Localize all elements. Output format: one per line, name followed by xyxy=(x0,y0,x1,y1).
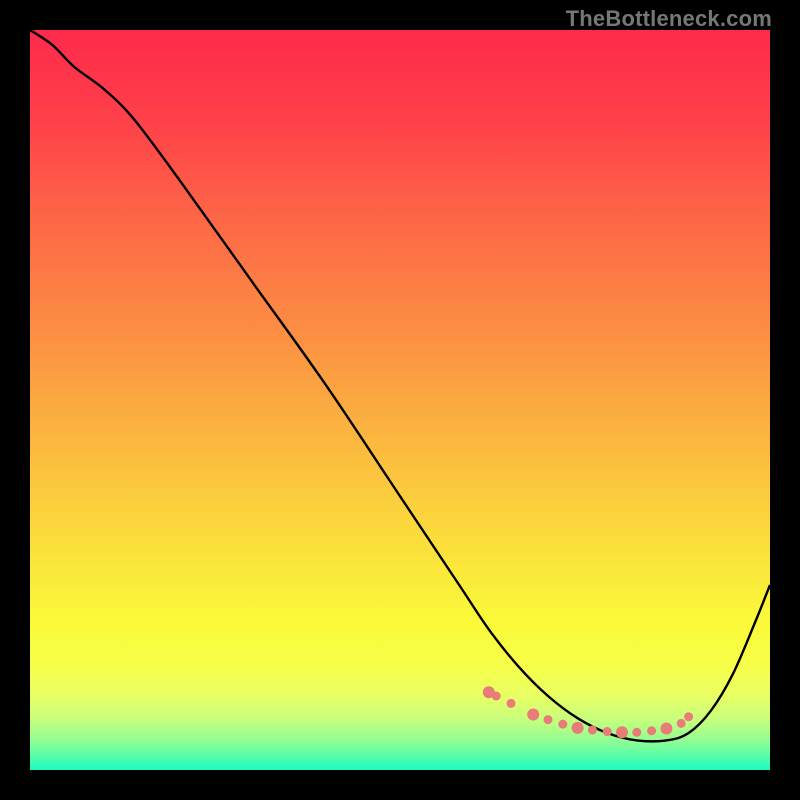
marker-dot xyxy=(558,720,567,729)
marker-dot xyxy=(572,722,584,734)
marker-dot xyxy=(492,692,501,701)
marker-dot xyxy=(616,726,628,738)
marker-dot xyxy=(632,728,641,737)
marker-dot xyxy=(588,726,597,735)
marker-dot xyxy=(544,715,553,724)
chart-frame: TheBottleneck.com xyxy=(0,0,800,800)
marker-dot xyxy=(527,709,539,721)
plot-area xyxy=(30,30,770,770)
plot-svg xyxy=(30,30,770,770)
marker-dot xyxy=(507,699,516,708)
marker-dot xyxy=(684,712,693,721)
marker-dot xyxy=(677,719,686,728)
marker-dot xyxy=(647,726,656,735)
marker-dot xyxy=(660,723,672,735)
gradient-background xyxy=(30,30,770,770)
marker-dot xyxy=(603,727,612,736)
watermark-text: TheBottleneck.com xyxy=(566,6,772,32)
